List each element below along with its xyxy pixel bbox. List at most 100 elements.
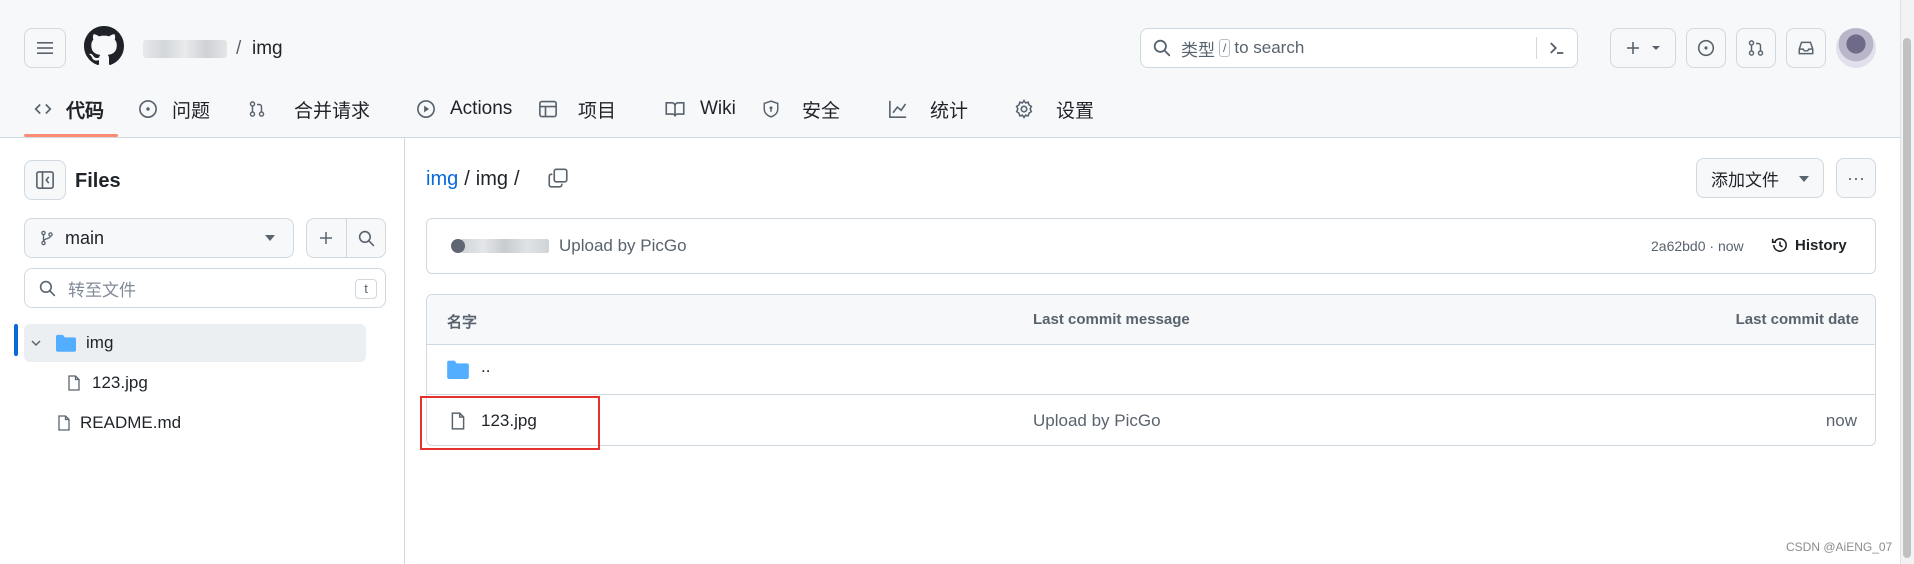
plus-icon (1627, 42, 1639, 54)
top-header: / img 类型 / to search 代码 问题 合并请求 Actions … (0, 0, 1900, 138)
tree-item-label: img (86, 333, 114, 352)
breadcrumb-separator: / (514, 168, 520, 190)
kebab-horizontal-icon: ··· (1847, 167, 1865, 188)
git-pull-request-icon (249, 101, 265, 117)
tab-issues[interactable]: 问题 (138, 92, 210, 126)
go-to-file-placeholder: 转至文件 (68, 280, 136, 300)
tree-selection-marker (14, 324, 18, 356)
chevron-down-icon (1652, 46, 1660, 50)
sidebar-collapse-icon (36, 171, 54, 189)
code-icon (34, 103, 52, 115)
branch-name: main (65, 227, 105, 248)
tab-security-label: 安全 (802, 100, 841, 122)
inbox-button[interactable] (1786, 28, 1826, 68)
go-to-file-shortcut: t (355, 279, 377, 299)
tree-item-img-folder[interactable]: img (24, 324, 366, 362)
search-divider (1536, 37, 1537, 59)
table-row-parent-dir[interactable]: .. (427, 345, 1875, 395)
branch-selector[interactable]: main (24, 218, 294, 258)
git-branch-icon (41, 230, 53, 246)
tree-item-label: README.md (80, 413, 182, 432)
breadcrumb-separator: / (464, 168, 470, 190)
tab-insights[interactable]: 统计 (888, 92, 968, 126)
column-header-name: 名字 (447, 314, 478, 331)
collapse-sidebar-button[interactable] (24, 160, 66, 200)
folder-icon (56, 334, 76, 352)
file-tree-sidebar: Files main 转至文件 t img 123.jpg README.md (0, 138, 405, 564)
inbox-icon (1798, 41, 1814, 55)
commit-author-redacted[interactable] (461, 239, 549, 253)
search-icon[interactable] (358, 230, 375, 247)
chevron-down-icon (1799, 176, 1809, 182)
owner-name-redacted[interactable] (143, 40, 227, 58)
create-new-button[interactable] (1610, 28, 1676, 68)
issues-button[interactable] (1686, 28, 1726, 68)
plus-icon[interactable] (318, 230, 334, 246)
table-row[interactable]: 123.jpg Upload by PicGo now (427, 396, 1875, 445)
add-search-button-group (306, 218, 386, 258)
commit-sha-link[interactable]: 2a62bd0 · now (1651, 238, 1744, 254)
add-file-label: 添加文件 (1711, 170, 1779, 190)
menu-button[interactable] (24, 28, 66, 68)
history-label: History (1795, 236, 1847, 254)
pull-requests-button[interactable] (1736, 28, 1776, 68)
folder-icon (447, 360, 469, 379)
tab-actions[interactable]: Actions (416, 92, 512, 126)
tab-security[interactable]: 安全 (762, 92, 840, 126)
file-icon (68, 375, 80, 391)
command-palette-icon[interactable] (1547, 38, 1567, 58)
watermark: CSDN @AiENG_07 (1786, 540, 1893, 554)
file-table: 名字 Last commit message Last commit date … (426, 294, 1876, 446)
breadcrumb-root-link[interactable]: img (426, 168, 458, 191)
button-divider (346, 219, 347, 257)
file-commit-date: now (1825, 411, 1857, 430)
tree-item-readme[interactable]: README.md (24, 404, 366, 442)
book-icon (665, 101, 685, 117)
search-placeholder-suffix: to search (1234, 38, 1305, 57)
history-icon (1771, 238, 1787, 252)
chevron-down-icon (265, 235, 275, 241)
scrollbar-thumb[interactable] (1903, 38, 1911, 558)
git-pull-request-icon (1748, 40, 1764, 56)
column-header-date: Last commit date (1735, 311, 1859, 328)
tree-item-123-jpg[interactable]: 123.jpg (24, 364, 366, 402)
table-icon (539, 100, 557, 118)
more-options-button[interactable]: ··· (1836, 158, 1876, 198)
file-commit-message-link[interactable]: Upload by PicGo (1033, 411, 1161, 431)
tab-settings[interactable]: 设置 (1014, 92, 1094, 126)
tab-code[interactable]: 代码 (34, 92, 104, 126)
tab-projects-label: 项目 (578, 100, 617, 122)
issue-opened-icon (139, 100, 157, 118)
column-header-message: Last commit message (1033, 311, 1190, 328)
files-title: Files (75, 170, 121, 192)
main-content: img / img / 添加文件 ··· Upload by PicGo 2a6… (406, 138, 1900, 564)
history-link[interactable]: History (1771, 236, 1847, 254)
annotation-highlight-box (420, 396, 600, 450)
tab-projects[interactable]: 项目 (538, 92, 616, 126)
search-shortcut-key: / (1219, 39, 1231, 57)
go-to-file-input[interactable]: 转至文件 t (24, 268, 386, 308)
graph-icon (889, 100, 907, 118)
commit-message-link[interactable]: Upload by PicGo (559, 236, 687, 256)
gear-icon (1015, 99, 1033, 119)
search-placeholder-prefix: 类型 (1181, 40, 1215, 60)
github-logo-icon[interactable] (84, 26, 124, 66)
parent-dir-label: .. (481, 357, 491, 376)
tab-wiki[interactable]: Wiki (664, 92, 736, 126)
copy-icon[interactable] (548, 168, 568, 188)
path-separator: / (236, 38, 242, 59)
search-input[interactable]: 类型 / to search (1140, 28, 1578, 68)
shield-icon (763, 100, 779, 118)
file-icon (58, 415, 70, 431)
breadcrumb: img / img / (426, 168, 526, 191)
user-avatar[interactable] (1836, 28, 1876, 68)
tab-pull-requests[interactable]: 合并请求 (248, 92, 370, 126)
latest-commit-box: Upload by PicGo 2a62bd0 · now History (426, 218, 1876, 274)
tab-wiki-label: Wiki (700, 98, 736, 119)
tab-issues-label: 问题 (172, 100, 211, 122)
repo-name-link[interactable]: img (252, 38, 283, 60)
add-file-button[interactable]: 添加文件 (1696, 158, 1824, 198)
breadcrumb-current: img (475, 168, 509, 190)
commit-author-avatar[interactable] (451, 239, 465, 253)
chevron-down-icon (31, 340, 41, 347)
